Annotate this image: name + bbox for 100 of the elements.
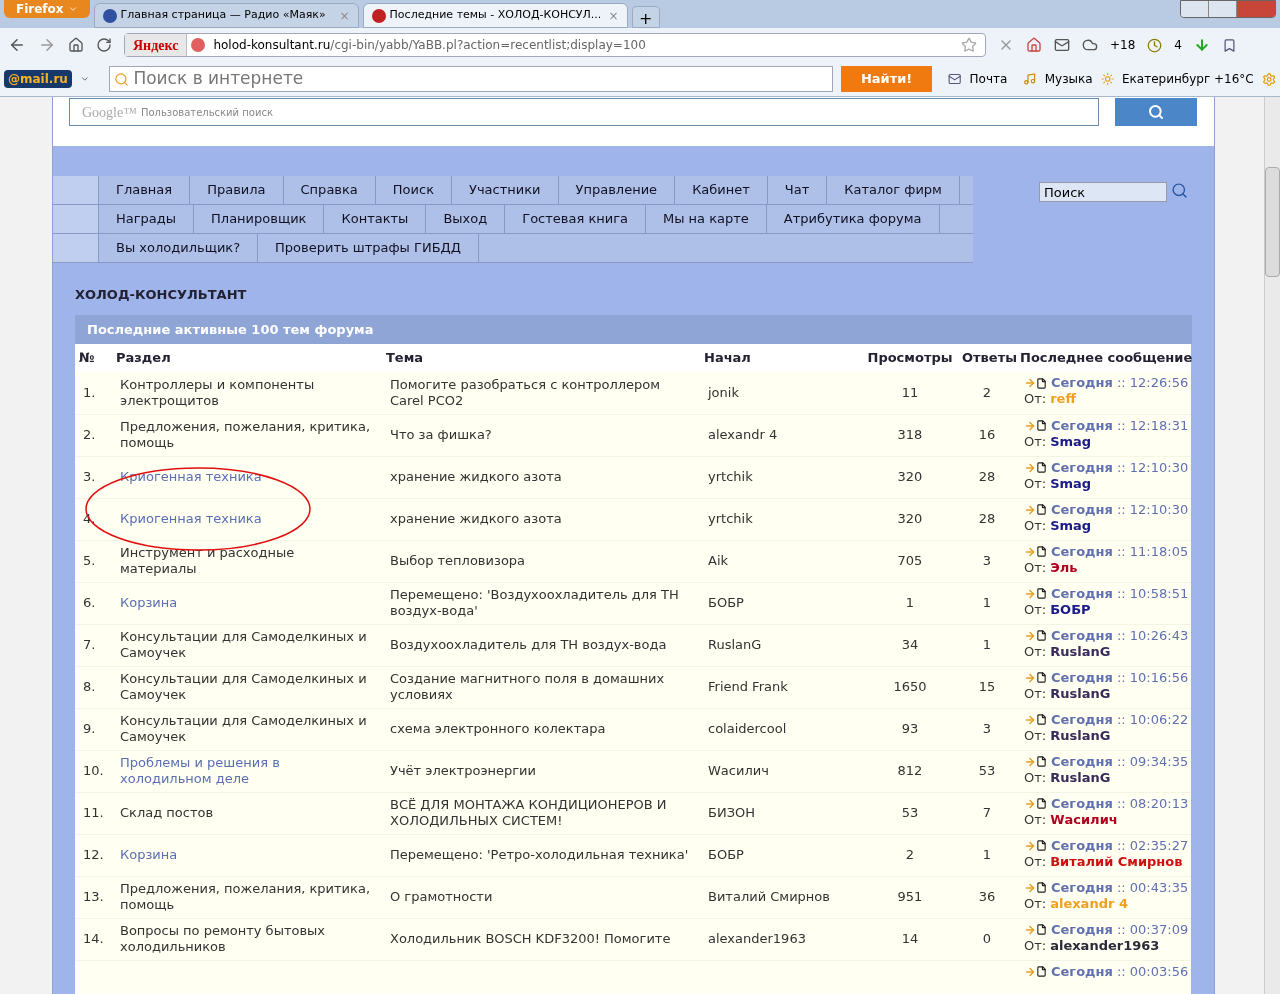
- topic-link[interactable]: Перемещено: 'Ретро-холодильная техника': [390, 847, 692, 863]
- nav-link[interactable]: Атрибутика форума: [766, 205, 940, 233]
- nav-link[interactable]: Кабинет: [675, 176, 768, 204]
- forum-search-field[interactable]: Поиск: [1039, 182, 1167, 202]
- last-post-link[interactable]: Сегодня: [1051, 375, 1113, 391]
- music-icon[interactable]: [1023, 72, 1037, 86]
- poster-name[interactable]: Виталий Смирнов: [1050, 853, 1183, 870]
- cloud-icon[interactable]: [1082, 37, 1098, 53]
- topic-link[interactable]: Что за фишка?: [390, 427, 692, 443]
- section-link[interactable]: Контроллеры и компоненты электрощитов: [120, 376, 374, 409]
- nav-link[interactable]: Справка: [283, 176, 376, 204]
- nav-link[interactable]: Участники: [452, 176, 559, 204]
- poster-name[interactable]: RuslanG: [1050, 643, 1111, 660]
- poster-name[interactable]: Wасилич: [1050, 811, 1118, 828]
- section-link[interactable]: Предложения, пожелания, критика, помощь: [120, 881, 374, 913]
- bookmark-icon[interactable]: [1221, 37, 1237, 53]
- browser-tab[interactable]: Последние темы - ХОЛОД-КОНСУЛ... ×: [362, 3, 628, 28]
- section-link[interactable]: Проблемы и решения в холодильном деле: [120, 755, 374, 787]
- address-bar[interactable]: Яндекс holod-konsultant.ru/cgi-bin/yabb/YaBB.pl?action=recentlist;display=100: [124, 33, 986, 57]
- last-post-link[interactable]: Сегодня: [1051, 417, 1113, 434]
- section-link[interactable]: Консультации для Самоделкиных и Самоучек: [120, 713, 374, 745]
- nav-link[interactable]: Правила: [190, 176, 284, 204]
- scrollbar[interactable]: [1264, 97, 1280, 994]
- home-icon[interactable]: [68, 37, 84, 53]
- topic-link[interactable]: Выбор тепловизора: [390, 553, 692, 569]
- last-post-link[interactable]: Сегодня: [1051, 837, 1113, 854]
- topic-link[interactable]: Холодильник BOSCH KDF3200! Помогите: [390, 931, 692, 947]
- clock-icon[interactable]: [1147, 37, 1163, 53]
- search-button[interactable]: [1115, 98, 1197, 126]
- web-search-field[interactable]: Поиск в интернете: [109, 66, 833, 92]
- nav-link[interactable]: Выход: [426, 205, 506, 233]
- topic-link[interactable]: Учёт электроэнергии: [390, 763, 692, 779]
- nav-link[interactable]: Контакты: [324, 205, 427, 233]
- poster-name[interactable]: RuslanG: [1050, 727, 1111, 744]
- nav-link[interactable]: Вы холодильщик?: [99, 234, 259, 262]
- topic-link[interactable]: схема электронного колектара: [390, 721, 692, 737]
- back-icon[interactable]: [8, 36, 26, 54]
- nav-link[interactable]: Поиск: [375, 176, 452, 204]
- topic-link[interactable]: Воздухоохладитель для ТН воздух-вода: [390, 637, 692, 653]
- star-icon[interactable]: [961, 37, 977, 53]
- section-link[interactable]: Корзина: [120, 595, 374, 611]
- new-tab-button[interactable]: +: [631, 6, 660, 28]
- settings-icon[interactable]: [1261, 71, 1276, 87]
- poster-name[interactable]: БОБР: [1050, 601, 1091, 618]
- last-post-link[interactable]: Сегодня: [1051, 795, 1113, 812]
- nav-link[interactable]: Управление: [558, 176, 676, 204]
- last-post-link[interactable]: Сегодня: [1051, 921, 1113, 938]
- window-controls[interactable]: [1180, 0, 1276, 18]
- poster-name[interactable]: RuslanG: [1050, 769, 1111, 786]
- weather-reading[interactable]: +18: [1110, 36, 1136, 54]
- nav-link[interactable]: Главная: [99, 176, 191, 204]
- mail-link[interactable]: Почта: [969, 70, 1008, 88]
- poster-name[interactable]: Эль: [1050, 559, 1078, 576]
- poster-name[interactable]: Smag: [1050, 517, 1092, 534]
- counter-reading[interactable]: 4: [1174, 36, 1182, 54]
- last-post-link[interactable]: Сегодня: [1051, 585, 1113, 602]
- reload-icon[interactable]: [96, 37, 112, 53]
- weather-link[interactable]: Екатеринбург +16°C: [1121, 70, 1254, 88]
- last-post-link[interactable]: Сегодня: [1051, 753, 1113, 770]
- nav-link[interactable]: Мы на карте: [646, 205, 767, 233]
- browser-tab[interactable]: Главная страница — Радио «Маяк» ×: [93, 3, 359, 28]
- topic-link[interactable]: Перемещено: 'Воздухоохладитель для ТН воздух-вода': [390, 587, 692, 619]
- caret-icon[interactable]: [79, 74, 90, 84]
- topic-link[interactable]: хранение жидкого азота: [390, 511, 692, 527]
- section-link[interactable]: Вопросы по ремонту бытовых холодильников: [120, 923, 374, 955]
- last-post-link[interactable]: Сегодня: [1051, 543, 1113, 560]
- mail-logo[interactable]: @mail.ru: [4, 70, 72, 88]
- topic-link[interactable]: О грамотности: [390, 889, 692, 905]
- nav-link[interactable]: Гостевая книга: [505, 205, 646, 233]
- section-link[interactable]: Консультации для Самоделкиных и Самоучек: [120, 629, 374, 661]
- poster-name[interactable]: alexander1963: [1050, 937, 1160, 954]
- sun-icon[interactable]: [1100, 72, 1114, 86]
- music-link[interactable]: Музыка: [1044, 70, 1093, 88]
- poster-name[interactable]: Smag: [1050, 433, 1092, 450]
- section-link[interactable]: Предложения, пожелания, критика, помощь: [120, 419, 374, 451]
- topic-link[interactable]: хранение жидкого азота: [390, 469, 692, 485]
- nav-link[interactable]: Проверить штрафы ГИБДД: [258, 234, 479, 262]
- poster-name[interactable]: Smag: [1050, 475, 1092, 492]
- topic-link[interactable]: Помогите разобраться с контроллером Carel PCO2: [390, 376, 692, 409]
- last-post-link[interactable]: Сегодня: [1051, 963, 1113, 980]
- house-icon[interactable]: [1026, 37, 1042, 53]
- nav-link[interactable]: Каталог фирм: [827, 176, 960, 204]
- poster-name[interactable]: RuslanG: [1050, 685, 1111, 702]
- section-link[interactable]: Корзина: [120, 847, 374, 863]
- last-post-link[interactable]: Сегодня: [1051, 879, 1113, 896]
- google-search-field[interactable]: Google™ Пользовательский поиск: [69, 98, 1099, 126]
- section-link[interactable]: Консультации для Самоделкиных и Самоучек: [120, 671, 374, 703]
- mail-icon[interactable]: [1054, 37, 1070, 53]
- forward-icon[interactable]: [38, 36, 56, 54]
- nav-link[interactable]: Планировщик: [194, 205, 325, 233]
- section-link[interactable]: Склад постов: [120, 805, 374, 821]
- last-post-link[interactable]: Сегодня: [1051, 627, 1113, 644]
- mail-icon[interactable]: [948, 72, 962, 86]
- topic-link[interactable]: Создание магнитного поля в домашних условиях: [390, 671, 692, 703]
- last-post-link[interactable]: Сегодня: [1051, 501, 1113, 518]
- last-post-link[interactable]: Сегодня: [1051, 669, 1113, 686]
- last-post-link[interactable]: Сегодня: [1051, 459, 1113, 476]
- nav-link[interactable]: Чат: [767, 176, 828, 204]
- topic-link[interactable]: ВСЁ ДЛЯ МОНТАЖА КОНДИЦИОНЕРОВ И ХОЛОДИЛЬНЫХ СИСТЕМ!: [390, 797, 692, 829]
- nav-link[interactable]: Награды: [99, 205, 195, 233]
